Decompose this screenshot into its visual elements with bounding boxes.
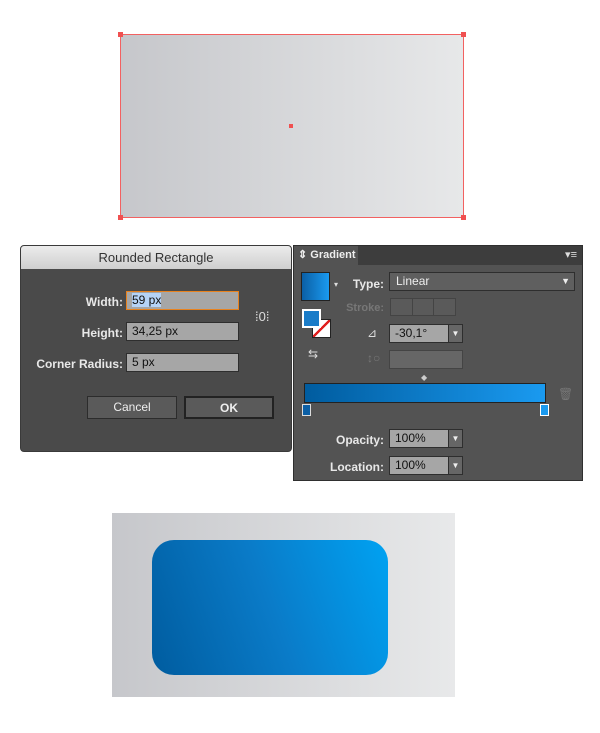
swatch-dropdown-icon[interactable]: ▾ bbox=[334, 280, 338, 289]
dialog-title: Rounded Rectangle bbox=[21, 246, 291, 269]
artboard-rectangle-selected[interactable] bbox=[118, 32, 466, 220]
selection-handle[interactable] bbox=[461, 215, 466, 220]
chevron-down-icon: ▼ bbox=[561, 276, 570, 286]
type-select[interactable]: Linear ▼ bbox=[389, 272, 575, 291]
height-input[interactable]: 34,25 px bbox=[126, 322, 239, 341]
location-label: Location: bbox=[330, 460, 384, 474]
stroke-within-button[interactable] bbox=[391, 299, 413, 315]
selection-handle[interactable] bbox=[118, 215, 123, 220]
reverse-gradient-icon[interactable]: ⇆ bbox=[308, 347, 318, 361]
center-point bbox=[289, 124, 293, 128]
gradient-panel: ⇕ Gradient ▾≡ ▾ ⇆ Type: Linear ▼ Stroke: … bbox=[293, 245, 583, 481]
height-label: Height: bbox=[81, 326, 123, 340]
selection-handle[interactable] bbox=[118, 32, 123, 37]
stroke-label: Stroke: bbox=[346, 302, 384, 314]
width-label: Width: bbox=[85, 295, 123, 309]
opacity-label: Opacity: bbox=[335, 433, 384, 447]
width-input[interactable]: 59 px bbox=[126, 291, 239, 310]
midpoint-diamond[interactable]: ◆ bbox=[421, 373, 427, 382]
angle-icon: ⊿ bbox=[367, 326, 378, 340]
gradient-stop-start[interactable] bbox=[302, 404, 311, 416]
selection-handle[interactable] bbox=[461, 32, 466, 37]
angle-input[interactable]: -30,1° bbox=[389, 324, 449, 343]
stroke-options bbox=[390, 298, 456, 316]
cancel-button[interactable]: Cancel bbox=[87, 396, 177, 419]
opacity-dropdown[interactable]: ▼ bbox=[448, 429, 463, 448]
location-dropdown[interactable]: ▼ bbox=[448, 456, 463, 475]
aspect-ratio-icon: ↕○ bbox=[367, 351, 381, 365]
tab-gradient[interactable]: ⇕ Gradient bbox=[294, 246, 358, 265]
stroke-across-button[interactable] bbox=[434, 299, 456, 315]
corner-radius-input[interactable]: 5 px bbox=[126, 353, 239, 372]
rounded-rectangle-dialog: Rounded Rectangle Width: 59 px Height: 3… bbox=[20, 245, 292, 452]
gradient-slider[interactable] bbox=[304, 383, 546, 403]
angle-dropdown[interactable]: ▼ bbox=[448, 324, 463, 343]
corner-radius-label: Corner Radius: bbox=[36, 357, 123, 371]
location-input[interactable]: 100% bbox=[389, 456, 449, 475]
trash-icon[interactable]: 🗑 bbox=[558, 387, 573, 401]
gradient-stop-end[interactable] bbox=[540, 404, 549, 416]
blue-rounded-rectangle bbox=[152, 540, 388, 675]
opacity-input[interactable]: 100% bbox=[389, 429, 449, 448]
type-label: Type: bbox=[352, 277, 384, 291]
result-artboard bbox=[112, 513, 455, 697]
ok-button[interactable]: OK bbox=[184, 396, 274, 419]
fill-swatch-icon[interactable] bbox=[302, 309, 321, 328]
aspect-ratio-input bbox=[389, 350, 463, 369]
gradient-swatch[interactable] bbox=[301, 272, 330, 301]
panel-menu-icon[interactable]: ▾≡ bbox=[565, 248, 577, 261]
stroke-along-button[interactable] bbox=[412, 299, 435, 315]
constrain-link-icon[interactable]: ⁞0⁞ bbox=[255, 309, 269, 324]
